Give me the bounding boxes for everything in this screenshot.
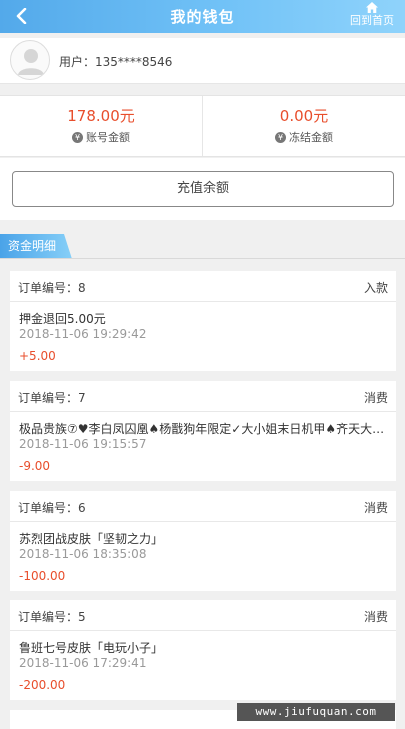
account-balance-label: 账号金额 [86, 131, 130, 144]
order-description: 鲁班七号皮肤「电玩小子」 [19, 641, 164, 655]
order-time: 2018-11-06 19:29:42 [19, 327, 147, 341]
order-time: 2018-11-06 17:29:41 [19, 656, 147, 670]
frozen-balance: 0.00元 ¥ 冻结金额 [202, 96, 405, 156]
order-description: 押金退回5.00元 [19, 312, 106, 326]
watermark: www.jiufuquan.com [237, 703, 395, 721]
list-item[interactable]: 订单编号：8 入款 押金退回5.00元 2018-11-06 19:29:42 … [10, 271, 396, 371]
order-amount: -200.00 [19, 678, 66, 692]
yen-coin-icon: ¥ [275, 131, 286, 143]
order-amount: -100.00 [19, 569, 66, 583]
home-label: 回到首页 [350, 14, 394, 27]
section-divider [0, 258, 405, 259]
order-header: 订单编号：7 消费 [10, 381, 396, 412]
avatar [10, 40, 50, 80]
order-type: 消费 [363, 610, 388, 624]
home-button[interactable]: 回到首页 [347, 2, 397, 27]
order-number: 订单编号：7 [18, 391, 86, 405]
section-title: 资金明细 [0, 234, 72, 259]
frozen-balance-label: 冻结金额 [289, 131, 333, 144]
account-balance-amount: 178.00元 [67, 107, 135, 125]
list-item[interactable]: 订单编号：7 消费 极品贵族⑦♥李白凤囚凰♠杨戬狗年限定✓大小姐末日机甲♠齐天大… [10, 381, 396, 481]
frozen-balance-caption: ¥ 冻结金额 [203, 129, 405, 145]
order-time: 2018-11-06 19:15:57 [19, 437, 147, 451]
order-number: 订单编号：5 [18, 610, 86, 624]
user-bar: 用户：135****8546 [0, 38, 405, 84]
list-item[interactable]: 订单编号：6 消费 苏烈团战皮肤「坚韧之力」 2018-11-06 18:35:… [10, 491, 396, 591]
order-number: 订单编号：6 [18, 501, 86, 515]
order-description: 极品贵族⑦♥李白凤囚凰♠杨戬狗年限定✓大小姐末日机甲♠齐天大圣... [19, 422, 387, 436]
page-title: 我的钱包 [170, 8, 235, 26]
order-header: 订单编号：8 入款 [10, 271, 396, 302]
list-item[interactable]: 订单编号：5 消费 鲁班七号皮肤「电玩小子」 2018-11-06 17:29:… [10, 600, 396, 700]
balance-summary: 178.00元 ¥ 账号金额 0.00元 ¥ 冻结金额 [0, 95, 405, 157]
order-amount: -9.00 [19, 459, 51, 473]
order-amount: +5.00 [19, 349, 56, 363]
account-balance: 178.00元 ¥ 账号金额 [0, 96, 202, 156]
recharge-section: 充值余额 [0, 158, 405, 220]
order-type: 入款 [363, 281, 388, 295]
order-number: 订单编号：8 [18, 281, 86, 295]
recharge-button[interactable]: 充值余额 [12, 171, 394, 207]
user-phone: 用户：135****8546 [59, 55, 173, 69]
order-header: 订单编号：5 消费 [10, 600, 396, 631]
home-icon [366, 2, 378, 13]
user-icon [18, 49, 44, 75]
yen-coin-icon: ¥ [72, 131, 83, 143]
frozen-balance-amount: 0.00元 [279, 107, 329, 125]
app-header: 我的钱包 回到首页 [0, 0, 405, 33]
order-header: 订单编号：6 消费 [10, 491, 396, 522]
order-type: 消费 [363, 501, 388, 515]
order-description: 苏烈团战皮肤「坚韧之力」 [19, 532, 164, 546]
order-time: 2018-11-06 18:35:08 [19, 547, 147, 561]
account-balance-caption: ¥ 账号金额 [0, 129, 202, 145]
order-type: 消费 [363, 391, 388, 405]
